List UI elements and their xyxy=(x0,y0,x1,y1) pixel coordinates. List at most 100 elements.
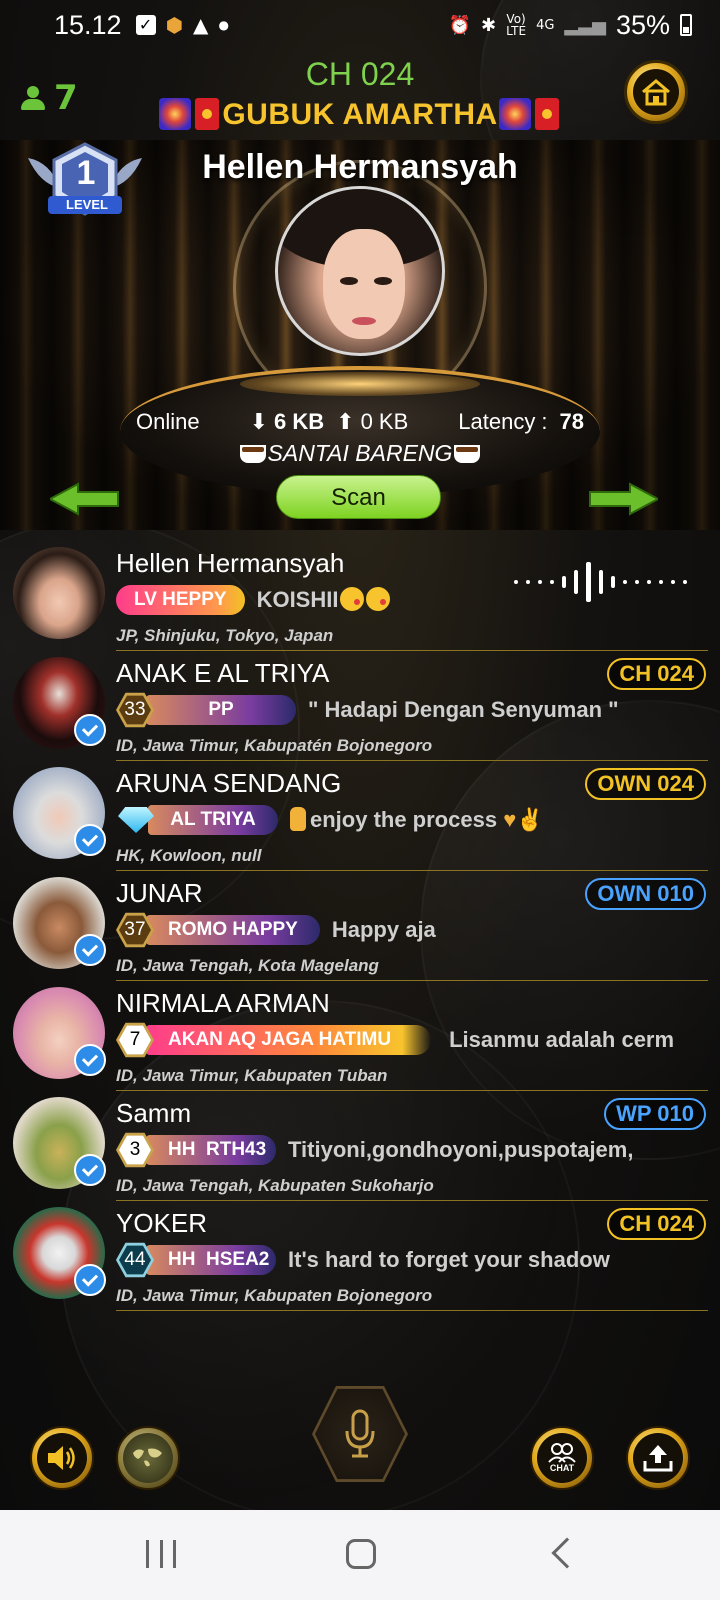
clock: 15.12 xyxy=(54,9,122,40)
upload-arrow-icon: ⬆ xyxy=(336,409,355,434)
list-item[interactable]: JUNAR OWN 010 37 ROMO HAPPY Happy aja ID… xyxy=(0,874,720,984)
level-hexagon: 33 xyxy=(116,692,154,728)
recent-apps-icon[interactable] xyxy=(146,1540,176,1568)
level-label: LEVEL xyxy=(66,197,108,212)
level-hexagon: 44 xyxy=(116,1242,154,1278)
coffee-cup-icon xyxy=(239,445,266,463)
speaker-icon xyxy=(48,1446,75,1470)
user-status: It's hard to forget your shadow xyxy=(288,1247,610,1272)
verified-icon xyxy=(74,1264,106,1296)
user-name: YOKER xyxy=(116,1208,208,1238)
fireworks-icon xyxy=(498,98,531,130)
host-name: Hellen Hermansyah xyxy=(202,148,518,186)
peace-hand-icon: ✌ xyxy=(516,807,544,832)
fireworks-icon xyxy=(159,98,192,130)
room-mood-text: SANTAI BARENG xyxy=(267,440,453,466)
home-nav-icon[interactable] xyxy=(346,1539,376,1569)
kiss-emoji-icon xyxy=(340,587,365,611)
latency-value: 78 xyxy=(559,409,585,434)
channel-label: CH 024 xyxy=(305,56,415,92)
level-hexagon: 3 xyxy=(116,1132,154,1168)
user-badge: AKAN AQ JAGA HATIMU xyxy=(146,1025,432,1055)
bottom-controls: CHAT xyxy=(0,1386,720,1510)
microphone-icon xyxy=(345,1409,375,1458)
user-badge: HH RTH43 xyxy=(146,1135,276,1165)
level-hexagon: 7 xyxy=(116,1022,154,1058)
next-arrow-icon[interactable] xyxy=(588,482,658,516)
user-name: NIRMALA ARMAN xyxy=(116,988,330,1018)
user-status: Happy aja xyxy=(331,917,436,942)
user-location: ID, Jawa Tengah, Kota Magelang xyxy=(116,956,379,975)
list-item[interactable]: NIRMALA ARMAN 7 AKAN AQ JAGA HATIMU Lisa… xyxy=(0,984,720,1094)
user-status-text: KOISHII xyxy=(256,587,339,612)
user-badge: PP xyxy=(146,695,296,725)
network-stats: Online ⬇ 6 KB ⬆ 0 KB Latency : 78 xyxy=(120,402,600,442)
back-nav-icon[interactable] xyxy=(551,1537,583,1569)
room-header: 7 CH 024 GUBUK AMARTHA xyxy=(0,50,720,140)
check-notification-icon: ✓ xyxy=(135,15,156,35)
speaker-button[interactable] xyxy=(30,1426,94,1490)
user-name: ARUNA SENDANG xyxy=(116,768,342,798)
diamond-icon xyxy=(116,805,156,835)
list-item[interactable]: YOKER CH 024 44 HH HSEA2 It's hard to fo… xyxy=(0,1204,720,1314)
upload-value: 0 KB xyxy=(360,409,409,434)
voice-wave-icon xyxy=(514,562,687,602)
signal-icon: ▂▃▅ xyxy=(564,14,606,36)
user-badge: AL TRIYA xyxy=(148,805,278,835)
user-status: enjoy the process ♥✌ xyxy=(290,807,544,833)
home-icon xyxy=(642,79,670,106)
user-name: Hellen Hermansyah xyxy=(116,548,345,578)
status-bar: 15.12 ✓ ⬢ ▲ ● ⏰ ✱ Vo) LTE 4G ▂▃▅ 35% xyxy=(0,0,720,50)
list-item[interactable]: ARUNA SENDANG OWN 024 AL TRIYA enjoy the… xyxy=(0,764,720,874)
volte-icon: Vo) LTE xyxy=(506,12,527,38)
user-badge: LV HEPPY xyxy=(116,585,245,615)
verified-icon xyxy=(74,934,106,966)
heart-hands-icon: ♥ xyxy=(503,807,517,832)
user-status: KOISHII xyxy=(257,587,391,613)
battery-icon xyxy=(680,14,692,36)
channel-tag[interactable]: WP 010 xyxy=(604,1098,706,1130)
home-button[interactable] xyxy=(624,60,688,124)
verified-icon xyxy=(74,824,106,856)
channel-tag[interactable]: OWN 024 xyxy=(585,768,706,800)
dot-icon: ● xyxy=(218,18,229,32)
room-name-text: GUBUK AMARTHA xyxy=(222,98,498,131)
app-notification-icon: ⬢ xyxy=(165,13,184,37)
host-stage: 1 LEVEL Hellen Hermansyah Online ⬇ 6 KB ⬆… xyxy=(0,140,720,530)
list-item[interactable]: ANAK E AL TRIYA CH 024 33 PP " Hadapi De… xyxy=(0,654,720,764)
chat-button[interactable]: CHAT xyxy=(530,1426,594,1490)
user-status: Titiyoni,gondhoyoni,puspotajem, xyxy=(288,1137,634,1162)
user-name: ANAK E AL TRIYA xyxy=(116,658,330,688)
map-button[interactable] xyxy=(116,1426,180,1490)
list-item[interactable]: Samm WP 010 3 HH RTH43 Titiyoni,gondhoyo… xyxy=(0,1094,720,1204)
hand-icon xyxy=(290,807,306,831)
list-item[interactable]: Hellen Hermansyah LV HEPPY KOISHII JP, S… xyxy=(0,544,720,654)
previous-arrow-icon[interactable] xyxy=(50,482,120,516)
owner-tag[interactable]: OWN 010 xyxy=(585,878,706,910)
download-arrow-icon: ⬇ xyxy=(249,409,268,434)
latency-label: Latency : xyxy=(458,409,548,434)
user-name: Samm xyxy=(116,1098,192,1128)
chat-label: CHAT xyxy=(549,1463,575,1473)
user-location: ID, Jawa Timur, Kabupaten Bojonegoro xyxy=(116,1286,433,1305)
user-name: JUNAR xyxy=(116,878,203,908)
red-envelope-icon xyxy=(534,98,559,130)
user-location: JP, Shinjuku, Tokyo, Japan xyxy=(116,626,334,645)
user-status: " Hadapi Dengan Senyuman " xyxy=(308,697,619,722)
user-status: Lisanmu adalah cerm xyxy=(449,1027,675,1052)
verified-icon xyxy=(74,1154,106,1186)
download-value: 6 KB xyxy=(274,409,325,434)
avatar[interactable] xyxy=(13,547,105,639)
channel-tag[interactable]: CH 024 xyxy=(607,658,706,690)
room-mood: SANTAI BARENG xyxy=(0,440,720,467)
online-label: Online xyxy=(135,409,200,434)
verified-icon xyxy=(74,714,106,746)
channel-tag[interactable]: CH 024 xyxy=(607,1208,706,1240)
share-button[interactable] xyxy=(626,1426,690,1490)
user-list: Hellen Hermansyah LV HEPPY KOISHII JP, S… xyxy=(0,544,720,1314)
host-avatar[interactable] xyxy=(275,186,445,356)
battery-percent: 35% xyxy=(615,9,670,40)
user-location: HK, Kowloon, null xyxy=(116,846,262,865)
microphone-button[interactable] xyxy=(312,1386,408,1482)
scan-button[interactable]: Scan xyxy=(276,475,441,519)
